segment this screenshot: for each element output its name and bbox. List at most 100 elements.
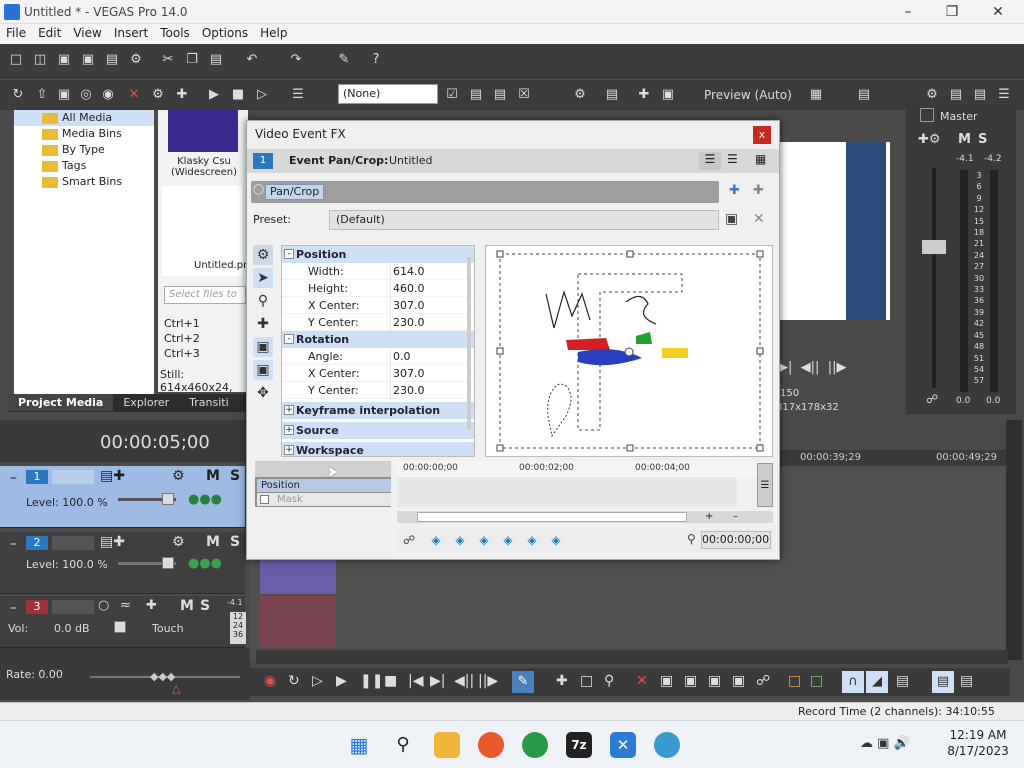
open-icon[interactable]: ◫ — [32, 52, 48, 68]
expand-icon[interactable]: + — [284, 425, 294, 435]
track-fx-icon[interactable]: ⚙ — [172, 534, 185, 550]
tray-icons[interactable]: ☁ ▣ 🔊 — [860, 736, 910, 751]
track-1-level-handle[interactable] — [162, 493, 174, 505]
sync-cursor-icon[interactable]: ☍ — [403, 533, 415, 547]
preview-fx-icon[interactable]: ⚙ — [572, 87, 588, 103]
fx-chain-select[interactable]: (None) — [338, 84, 438, 104]
stop-icon[interactable]: ■ — [230, 87, 246, 103]
close-window-button[interactable]: ✕ — [988, 2, 1008, 22]
lock-icon[interactable]: ☍ — [926, 392, 938, 406]
size-about-center-icon[interactable]: ▣ — [253, 360, 273, 380]
master-mute-button[interactable]: M — [958, 132, 971, 147]
marker-icon[interactable]: □ — [788, 673, 801, 689]
crop-handle-br[interactable] — [756, 444, 764, 452]
selection-tool-icon[interactable]: □ — [580, 673, 593, 689]
ignore-grouping-icon[interactable]: ▤ — [960, 673, 973, 689]
region-icon[interactable]: □ — [810, 673, 823, 689]
spellcheck-icon[interactable]: ☑ — [444, 87, 460, 103]
crop-handle-tl[interactable] — [496, 250, 504, 258]
track-2-name-input[interactable] — [52, 536, 94, 550]
lock-icon[interactable]: ☍ — [756, 673, 770, 689]
pointer-tool-icon[interactable]: ➤ — [253, 268, 273, 288]
align-icon[interactable]: ▤ — [492, 87, 508, 103]
record-icon[interactable]: ◉ — [264, 673, 276, 689]
track-3-solo[interactable]: S — [200, 598, 210, 614]
keyframe-row-mask[interactable]: Mask — [257, 493, 391, 506]
menu-tools[interactable]: Tools — [154, 24, 196, 42]
help-icon[interactable]: ? — [368, 52, 384, 68]
prev-keyframe-icon[interactable]: ◈ — [453, 533, 467, 547]
prev-frame-icon[interactable]: ▶| — [778, 360, 792, 375]
overlay-icon[interactable]: ▣ — [660, 87, 676, 103]
crop-handle-r[interactable] — [756, 347, 764, 355]
invert-phase-icon[interactable]: ≈ — [120, 598, 131, 613]
track-3-name-input[interactable] — [52, 600, 94, 614]
last-keyframe-icon[interactable]: ◈ — [501, 533, 515, 547]
master-fx-button[interactable]: ✚⚙ — [918, 132, 941, 147]
tree-item-by-type[interactable]: By Type — [14, 142, 154, 158]
collapse-icon[interactable]: – — [10, 600, 17, 616]
track-1-mute[interactable]: M — [206, 468, 220, 484]
edit-tool-icon[interactable]: ✎ — [336, 52, 352, 68]
track-3-mute[interactable]: M — [180, 598, 194, 614]
delete-preset-icon[interactable]: ✕ — [753, 211, 765, 227]
mask-checkbox[interactable] — [260, 495, 269, 504]
track-3-vol-handle[interactable] — [114, 621, 126, 633]
views-icon[interactable]: ☰ — [290, 87, 306, 103]
track-3-touch[interactable]: Touch — [152, 622, 184, 635]
section-source[interactable]: + Source — [282, 422, 474, 439]
expand-icon[interactable]: + — [284, 405, 294, 415]
normal-edit-tool-icon[interactable]: ✎ — [512, 671, 534, 693]
menu-help[interactable]: Help — [254, 24, 293, 42]
render-icon[interactable]: ▤ — [104, 52, 120, 68]
mixer-insert-icon[interactable]: ▤ — [948, 87, 964, 103]
center-handle[interactable] — [624, 347, 634, 357]
vegas-taskbar-icon[interactable]: ✕ — [610, 732, 636, 758]
media-search-input[interactable]: Select files to e — [164, 286, 246, 304]
external-monitor-icon[interactable]: ▤ — [604, 87, 620, 103]
collapse-icon[interactable]: – — [10, 470, 17, 486]
crop-handle-b[interactable] — [626, 444, 634, 452]
ripple-edit-icon[interactable]: ▤ — [896, 673, 909, 689]
prev-frame-icon[interactable]: ◀|| — [454, 673, 474, 689]
lock-aspect-icon[interactable]: ▣ — [253, 337, 273, 357]
track-fx-icon[interactable]: ⚙ — [172, 468, 185, 484]
media-generator-icon[interactable]: ✚ — [174, 87, 190, 103]
view-list-icon[interactable]: ☰ — [699, 152, 721, 170]
move-freely-icon[interactable]: ✥ — [253, 383, 273, 403]
collapse-icon[interactable]: - — [284, 249, 294, 259]
capture-icon[interactable]: ▣ — [56, 87, 72, 103]
plugin-pan-crop-button[interactable]: Pan/Crop — [265, 184, 325, 200]
crop-handle-t[interactable] — [626, 250, 634, 258]
arm-record-icon[interactable]: ○ — [98, 598, 109, 613]
cut-icon[interactable]: ✂ — [160, 52, 176, 68]
maximize-button[interactable]: ❐ — [942, 2, 962, 22]
track-motion-icon[interactable]: ▤✚ — [100, 468, 125, 484]
track-2-header[interactable]: – 2 ▤✚ ⚙ M S Level: 100.0 % ●●● — [0, 532, 245, 594]
start-icon[interactable]: ▦ — [346, 732, 372, 758]
settings-tool-icon[interactable]: ⚙ — [253, 245, 273, 265]
get-media-icon[interactable]: ◎ — [78, 87, 94, 103]
first-keyframe-icon[interactable]: ◈ — [429, 533, 443, 547]
auto-preview-icon[interactable]: ▷ — [254, 87, 270, 103]
rewind-icon[interactable]: ◀|| — [801, 360, 820, 375]
close-x-icon[interactable]: ☒ — [516, 87, 532, 103]
tab-project-media[interactable]: Project Media — [8, 394, 114, 411]
new-icon[interactable]: □ — [8, 52, 24, 68]
menu-options[interactable]: Options — [196, 24, 254, 42]
section-workspace[interactable]: + Workspace — [282, 442, 474, 456]
trim-icon[interactable]: ▣ — [660, 673, 673, 689]
master-fx-icon[interactable]: ⚙ — [924, 87, 940, 103]
save-preset-icon[interactable]: ▣ — [725, 211, 738, 227]
media-fx-icon[interactable]: ⚙ — [150, 87, 166, 103]
paint-icon[interactable] — [654, 732, 680, 758]
properties-scrollbar[interactable] — [467, 257, 471, 429]
section-keyframe-interpolation[interactable]: + Keyframe interpolation — [282, 402, 474, 419]
master-fader-handle[interactable] — [922, 240, 946, 254]
crop-handle-l[interactable] — [496, 347, 504, 355]
track-1-solo[interactable]: S — [230, 468, 240, 484]
loop-icon[interactable]: ↻ — [288, 673, 300, 689]
play-icon[interactable]: ▶ — [336, 673, 347, 689]
play-icon[interactable]: ▶ — [206, 87, 222, 103]
pause-icon[interactable]: ❚❚ — [360, 673, 383, 689]
